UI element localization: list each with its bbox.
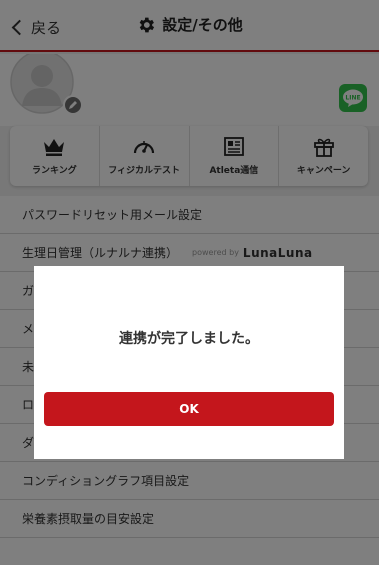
ok-button[interactable]: OK	[44, 392, 334, 426]
dialog-message: 連携が完了しました。	[119, 331, 259, 347]
alert-dialog: 連携が完了しました。 OK	[34, 266, 344, 459]
